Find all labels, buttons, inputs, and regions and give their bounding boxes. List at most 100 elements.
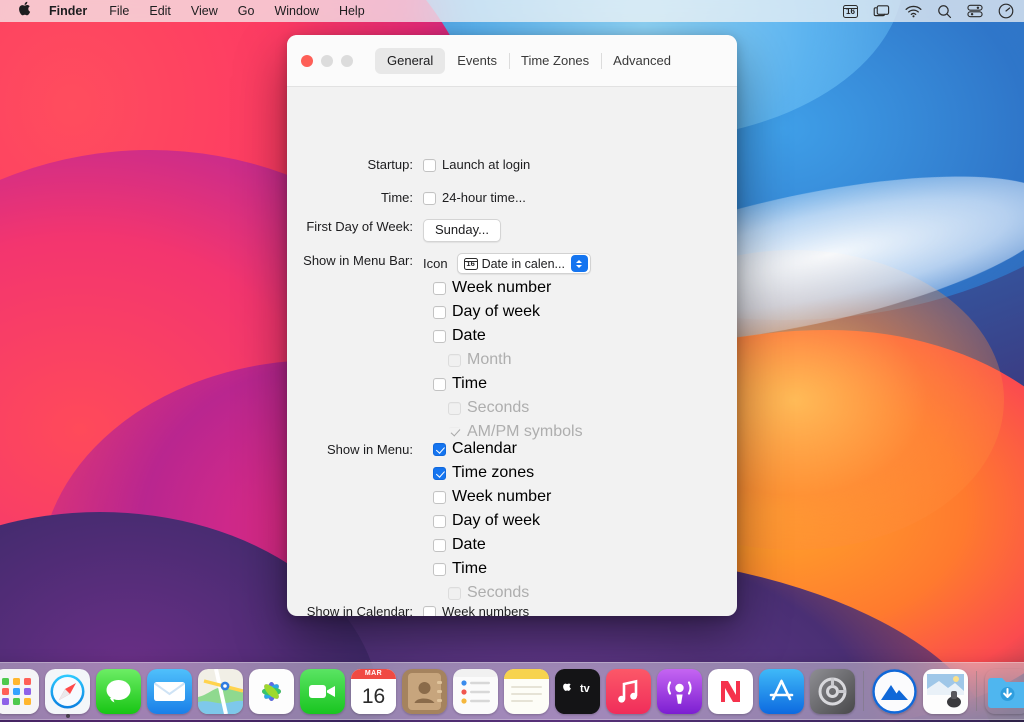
dock-item-safari[interactable] <box>44 668 91 715</box>
menubar-option-time[interactable]: Time <box>433 376 583 392</box>
calendar-day-label: 16 <box>351 679 396 714</box>
dock-item-app-store[interactable] <box>758 668 805 715</box>
toolbar-tabs: General Events Time Zones Advanced <box>375 48 683 74</box>
option-label: Day of week <box>452 513 540 529</box>
tab-time-zones[interactable]: Time Zones <box>509 48 601 74</box>
menu-item-edit[interactable]: Edit <box>139 0 181 22</box>
tab-events[interactable]: Events <box>445 48 509 74</box>
menubar-option-date[interactable]: Date <box>433 328 583 344</box>
downloads-folder-icon <box>985 669 1024 714</box>
checkbox-box <box>448 354 461 367</box>
tab-general-label: General <box>387 53 433 68</box>
siri-icon[interactable] <box>998 0 1014 22</box>
dock-item-downloads-folder[interactable] <box>984 668 1024 715</box>
tab-general[interactable]: General <box>375 48 445 74</box>
checkbox-box <box>433 330 446 343</box>
week-numbers-checkbox[interactable]: Week numbers <box>423 604 529 616</box>
dock-item-messages[interactable] <box>95 668 142 715</box>
menubar-option-day-of-week[interactable]: Day of week <box>433 304 583 320</box>
menu-option-time-zones[interactable]: Time zones <box>433 465 551 481</box>
reminders-icon <box>453 669 498 714</box>
dock-item-podcasts[interactable] <box>656 668 703 715</box>
dock-item-notes[interactable] <box>503 668 550 715</box>
dock: MAR 16 <box>0 662 1024 720</box>
dock-item-maps[interactable] <box>197 668 244 715</box>
show-in-menu-bar-label: Show in Menu Bar: <box>287 253 423 269</box>
checkbox-box <box>433 491 446 504</box>
launch-at-login-checkbox[interactable]: Launch at login <box>423 157 530 173</box>
time-label: Time: <box>287 190 423 206</box>
menu-option-date[interactable]: Date <box>433 537 551 553</box>
menu-app-name[interactable]: Finder <box>41 0 99 22</box>
control-center-icon[interactable] <box>967 0 983 22</box>
messages-icon <box>96 669 141 714</box>
week-numbers-label: Week numbers <box>442 604 529 616</box>
option-label: Time <box>452 376 487 392</box>
24-hour-time-label: 24-hour time... <box>442 190 526 206</box>
menu-option-calendar[interactable]: Calendar <box>433 441 551 457</box>
option-label: Month <box>467 352 511 368</box>
window-titlebar: General Events Time Zones Advanced <box>287 35 737 87</box>
dock-item-mail[interactable] <box>146 668 193 715</box>
dock-item-preview[interactable] <box>922 668 969 715</box>
itsycal-icon <box>872 669 917 714</box>
menubar-option-ampm-symbols: AM/PM symbols <box>448 424 583 440</box>
calendar-date-icon[interactable]: 16 <box>843 0 858 22</box>
menu-option-time[interactable]: Time <box>433 561 551 577</box>
dock-item-photos[interactable] <box>248 668 295 715</box>
wifi-icon[interactable] <box>905 0 922 22</box>
show-in-menu-bar-control: Icon 16 Date in calen... <box>423 253 591 274</box>
dock-item-system-preferences[interactable] <box>809 668 856 715</box>
menu-bar-icon-popup-button[interactable]: 16 Date in calen... <box>457 253 591 274</box>
general-pane: Startup: Launch at login Time: 24-hour t… <box>287 87 737 616</box>
row-startup: Startup: Launch at login <box>287 157 530 173</box>
menu-item-window[interactable]: Window <box>264 0 328 22</box>
checkbox-box <box>448 426 461 439</box>
option-label: Date <box>452 537 486 553</box>
apple-menu-icon[interactable] <box>10 0 41 22</box>
screen-mirroring-icon[interactable] <box>873 0 890 22</box>
dock-item-contacts[interactable] <box>401 668 448 715</box>
first-day-of-week-button[interactable]: Sunday... <box>423 219 501 242</box>
menu-option-day-of-week[interactable]: Day of week <box>433 513 551 529</box>
close-button-icon[interactable] <box>301 55 313 67</box>
option-label: Date <box>452 328 486 344</box>
preview-icon <box>923 669 968 714</box>
24-hour-time-checkbox[interactable]: 24-hour time... <box>423 190 526 206</box>
menu-item-help[interactable]: Help <box>329 0 375 22</box>
dock-item-itsycal[interactable] <box>871 668 918 715</box>
maps-icon <box>198 669 243 714</box>
tab-events-label: Events <box>457 53 497 68</box>
dock-item-news[interactable] <box>707 668 754 715</box>
itsycal-preferences-window: General Events Time Zones Advanced Start… <box>287 35 737 616</box>
menubar-option-week-number[interactable]: Week number <box>433 280 583 296</box>
menu-item-file[interactable]: File <box>99 0 139 22</box>
menu-item-view[interactable]: View <box>181 0 228 22</box>
tab-advanced[interactable]: Advanced <box>601 48 683 74</box>
option-label: Week number <box>452 489 551 505</box>
calendar-icon: 16 <box>464 258 478 270</box>
dock-item-facetime[interactable] <box>299 668 346 715</box>
minimize-button-icon[interactable] <box>321 55 333 67</box>
row-time: Time: 24-hour time... <box>287 190 526 206</box>
spotlight-search-icon[interactable] <box>937 0 952 22</box>
dock-item-calendar[interactable]: MAR 16 <box>350 668 397 715</box>
row-show-in-menu-bar: Show in Menu Bar: Icon 16 Date in calen.… <box>287 253 591 274</box>
menubar-option-seconds: Seconds <box>448 400 583 416</box>
menu-bar-status-area: 16 <box>843 0 1024 22</box>
dock-item-tv[interactable]: tv <box>554 668 601 715</box>
menu-item-go[interactable]: Go <box>228 0 265 22</box>
news-icon <box>708 669 753 714</box>
zoom-button-icon[interactable] <box>341 55 353 67</box>
dock-item-launchpad[interactable] <box>0 668 40 715</box>
checkbox-box <box>433 467 446 480</box>
checkbox-box <box>433 443 446 456</box>
menu-option-week-number[interactable]: Week number <box>433 489 551 505</box>
running-indicator <box>66 714 70 718</box>
row-show-in-menu: Show in Menu: <box>287 442 423 458</box>
show-in-menu-bar-options: Week number Day of week Date Month Time <box>433 280 583 440</box>
dock-item-music[interactable] <box>605 668 652 715</box>
calendar-month-label: MAR <box>351 669 396 679</box>
calendar-date-icon-number: 16 <box>843 5 858 18</box>
dock-item-reminders[interactable] <box>452 668 499 715</box>
